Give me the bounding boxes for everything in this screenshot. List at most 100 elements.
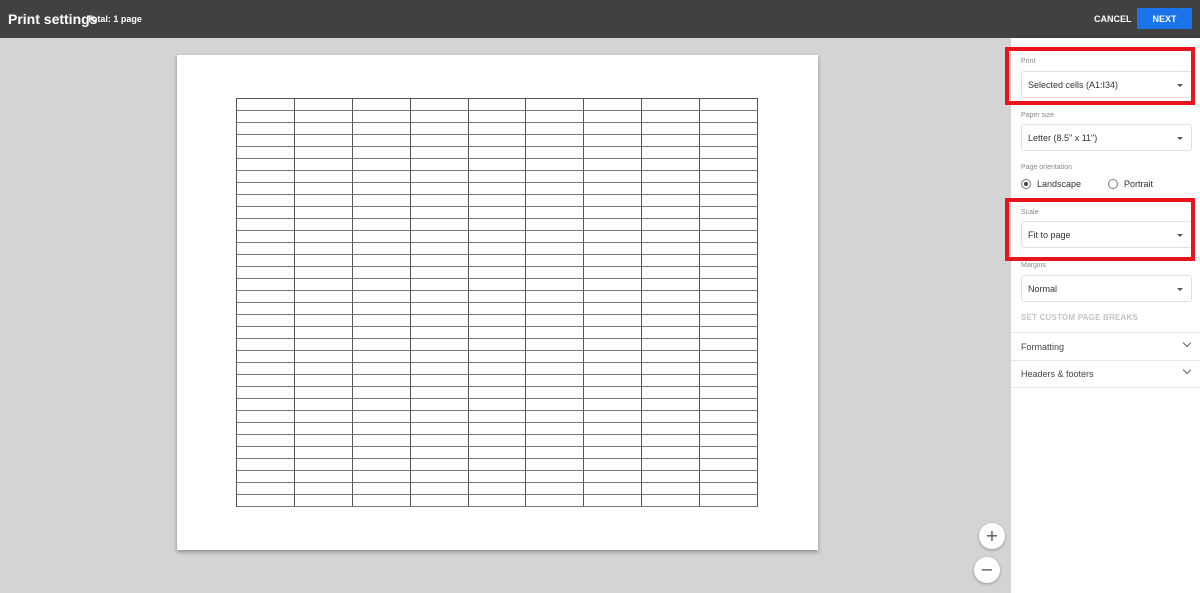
grid-cell [700, 207, 758, 219]
margins-label: Margins [1021, 262, 1046, 269]
grid-cell [294, 111, 353, 123]
grid-cell [294, 219, 353, 231]
grid-cell [352, 147, 411, 159]
zoom-in-button[interactable]: + [979, 523, 1005, 549]
grid-cell [294, 135, 353, 147]
preview-page [177, 55, 818, 550]
grid-cell [237, 495, 295, 507]
grid-cell [526, 351, 585, 363]
grid-cell [468, 195, 527, 207]
grid-cell [352, 423, 411, 435]
grid-cell [410, 363, 469, 375]
grid-cell [700, 339, 758, 351]
grid-cell [468, 171, 527, 183]
grid-cell [700, 255, 758, 267]
settings-panel: Print Selected cells (A1:I34) Paper size… [1011, 38, 1200, 593]
grid-cell [700, 423, 758, 435]
paper-size-value: Letter (8.5" x 11") [1028, 133, 1098, 143]
grid-cell [526, 411, 585, 423]
grid-cell [294, 435, 353, 447]
grid-cell [352, 339, 411, 351]
grid-cell [526, 243, 585, 255]
cancel-button[interactable]: CANCEL [1088, 9, 1138, 29]
grid-cell [410, 303, 469, 315]
grid-cell [410, 267, 469, 279]
grid-cell [642, 123, 701, 135]
grid-cell [642, 303, 701, 315]
section-formatting[interactable]: Formatting [1011, 333, 1200, 360]
grid-cell [468, 435, 527, 447]
grid-cell [700, 483, 758, 495]
grid-cell [352, 387, 411, 399]
grid-cell [642, 471, 701, 483]
grid-cell [642, 99, 701, 111]
grid-cell [526, 255, 585, 267]
grid-cell [584, 171, 643, 183]
grid-cell [294, 399, 353, 411]
grid-cell [700, 435, 758, 447]
grid-cell [642, 135, 701, 147]
radio-landscape[interactable]: Landscape [1021, 179, 1081, 189]
grid-cell [410, 231, 469, 243]
grid-cell [700, 243, 758, 255]
grid-cell [526, 111, 585, 123]
grid-cell [526, 147, 585, 159]
grid-cell [642, 207, 701, 219]
grid-cell [468, 231, 527, 243]
grid-cell [468, 243, 527, 255]
orientation-label: Page orientation [1021, 164, 1072, 171]
dropdown-caret-icon [1177, 288, 1183, 291]
grid-cell [642, 483, 701, 495]
custom-page-breaks-link[interactable]: SET CUSTOM PAGE BREAKS [1021, 313, 1138, 322]
grid-cell [352, 183, 411, 195]
grid-cell [584, 375, 643, 387]
grid-cell [584, 99, 643, 111]
grid-cell [526, 195, 585, 207]
grid-cell [294, 147, 353, 159]
page-total: Total: 1 page [87, 14, 142, 24]
grid-cell [700, 375, 758, 387]
grid-cell [294, 327, 353, 339]
grid-cell [526, 471, 585, 483]
grid-cell [352, 135, 411, 147]
grid-cell [700, 219, 758, 231]
grid-cell [468, 111, 527, 123]
grid-cell [410, 423, 469, 435]
grid-cell [700, 183, 758, 195]
grid-cell [468, 147, 527, 159]
grid-cell [584, 387, 643, 399]
grid-cell [642, 315, 701, 327]
grid-cell [642, 183, 701, 195]
grid-cell [352, 99, 411, 111]
grid-cell [410, 483, 469, 495]
section-headers-footers[interactable]: Headers & footers [1011, 360, 1200, 387]
grid-cell [468, 279, 527, 291]
radio-portrait[interactable]: Portrait [1108, 179, 1153, 189]
radio-unchecked-icon [1108, 179, 1118, 189]
grid-cell [294, 231, 353, 243]
grid-cell [352, 171, 411, 183]
grid-cell [468, 411, 527, 423]
radio-landscape-label: Landscape [1037, 179, 1082, 189]
grid-cell [642, 171, 701, 183]
grid-cell [526, 159, 585, 171]
grid-cell [584, 231, 643, 243]
grid-cell [700, 195, 758, 207]
radio-portrait-label: Portrait [1124, 179, 1154, 189]
grid-cell [642, 411, 701, 423]
next-button[interactable]: NEXT [1137, 8, 1192, 29]
grid-cell [410, 399, 469, 411]
grid-cell [700, 111, 758, 123]
grid-cell [294, 483, 353, 495]
grid-cell [410, 435, 469, 447]
grid-cell [237, 351, 295, 363]
zoom-out-button[interactable]: − [974, 557, 1000, 583]
margins-select[interactable]: Normal [1021, 275, 1192, 302]
grid-cell [468, 135, 527, 147]
paper-size-select[interactable]: Letter (8.5" x 11") [1021, 124, 1192, 151]
grid-cell [294, 207, 353, 219]
grid-cell [352, 351, 411, 363]
grid-cell [410, 243, 469, 255]
grid-cell [237, 339, 295, 351]
grid-cell [584, 447, 643, 459]
